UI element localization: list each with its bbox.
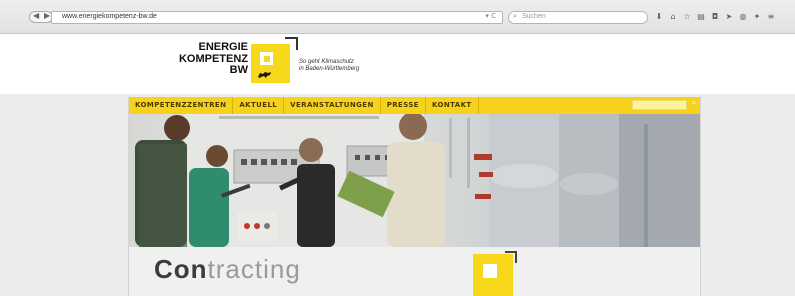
nav-item-veranstaltungen[interactable]: VERANSTALTUNGEN [284, 97, 381, 114]
logo-line-1: ENERGIE [198, 41, 248, 53]
main-navigation: KOMPETENZZENTREN AKTUELL VERANSTALTUNGEN… [129, 97, 700, 114]
hero-image [129, 114, 700, 247]
site-tagline: So geht Klimaschutz in Baden-Württemberg [299, 59, 359, 73]
band-logo-square [483, 264, 497, 278]
page-edge-right [700, 97, 701, 296]
back-arrow-icon[interactable]: ◀ [33, 11, 39, 20]
hero-photo-illustration [135, 114, 700, 247]
url-text[interactable]: www.energiekompetenz-bw.de [62, 13, 157, 20]
nav-item-kontakt[interactable]: KONTAKT [426, 97, 479, 114]
download-icon[interactable]: ⬇ [654, 11, 664, 22]
site-search-input[interactable] [632, 100, 687, 110]
hero-heading-strong: Con [154, 254, 208, 284]
browser-search-field[interactable]: ⌕ Suchen [508, 11, 648, 24]
clipboard-icon[interactable]: ▤ [696, 11, 706, 22]
sync-icon[interactable]: ◍ [738, 11, 748, 22]
site-logo-text[interactable]: ENERGIE KOMPETENZ BW [164, 41, 248, 77]
extension-icon[interactable]: ✦ [752, 11, 762, 22]
tagline-line-1: So geht Klimaschutz [299, 59, 354, 65]
search-icon[interactable]: ⌕ [688, 98, 700, 113]
band-corner-bracket [505, 251, 517, 263]
hero-heading-band: Contracting [129, 247, 700, 296]
back-forward-buttons[interactable]: ◀ ▶ [29, 11, 53, 23]
toolbar-icons: ⬇ ⌂ ☆ ▤ ◘ ➤ ◍ ✦ ≡ [654, 11, 776, 22]
search-icon: ⌕ [513, 12, 517, 20]
web-page: ENERGIE KOMPETENZ BW So geht Klimaschutz… [0, 35, 795, 296]
site-header: ENERGIE KOMPETENZ BW So geht Klimaschutz… [0, 35, 795, 94]
logo-line-3: BW [229, 64, 248, 76]
star-icon[interactable]: ☆ [682, 11, 692, 22]
pocket-icon[interactable]: ◘ [710, 11, 720, 22]
reload-icon[interactable]: ▾ C [485, 12, 496, 20]
nav-item-aktuell[interactable]: AKTUELL [233, 97, 285, 114]
address-bar[interactable]: www.energiekompetenz-bw.de ▾ C [51, 11, 503, 24]
logo-inner-square [264, 56, 270, 62]
lion-icon [258, 72, 271, 78]
browser-toolbar: ◀ ▶ www.energiekompetenz-bw.de ▾ C ⌕ Suc… [0, 0, 795, 34]
hero-heading-rest: tracting [207, 254, 301, 284]
nav-item-presse[interactable]: PRESSE [381, 97, 426, 114]
menu-icon[interactable]: ≡ [766, 11, 776, 22]
hero-heading: Contracting [154, 254, 301, 285]
search-placeholder: Suchen [522, 13, 546, 20]
tagline-line-2: in Baden-Württemberg [299, 66, 360, 72]
home-icon[interactable]: ⌂ [668, 11, 678, 22]
nav-item-kompetenzzentren[interactable]: KOMPETENZZENTREN [129, 97, 234, 114]
forward-arrow-icon[interactable]: ▶ [44, 11, 50, 20]
send-icon[interactable]: ➤ [724, 11, 734, 22]
logo-corner-bracket [285, 37, 298, 50]
